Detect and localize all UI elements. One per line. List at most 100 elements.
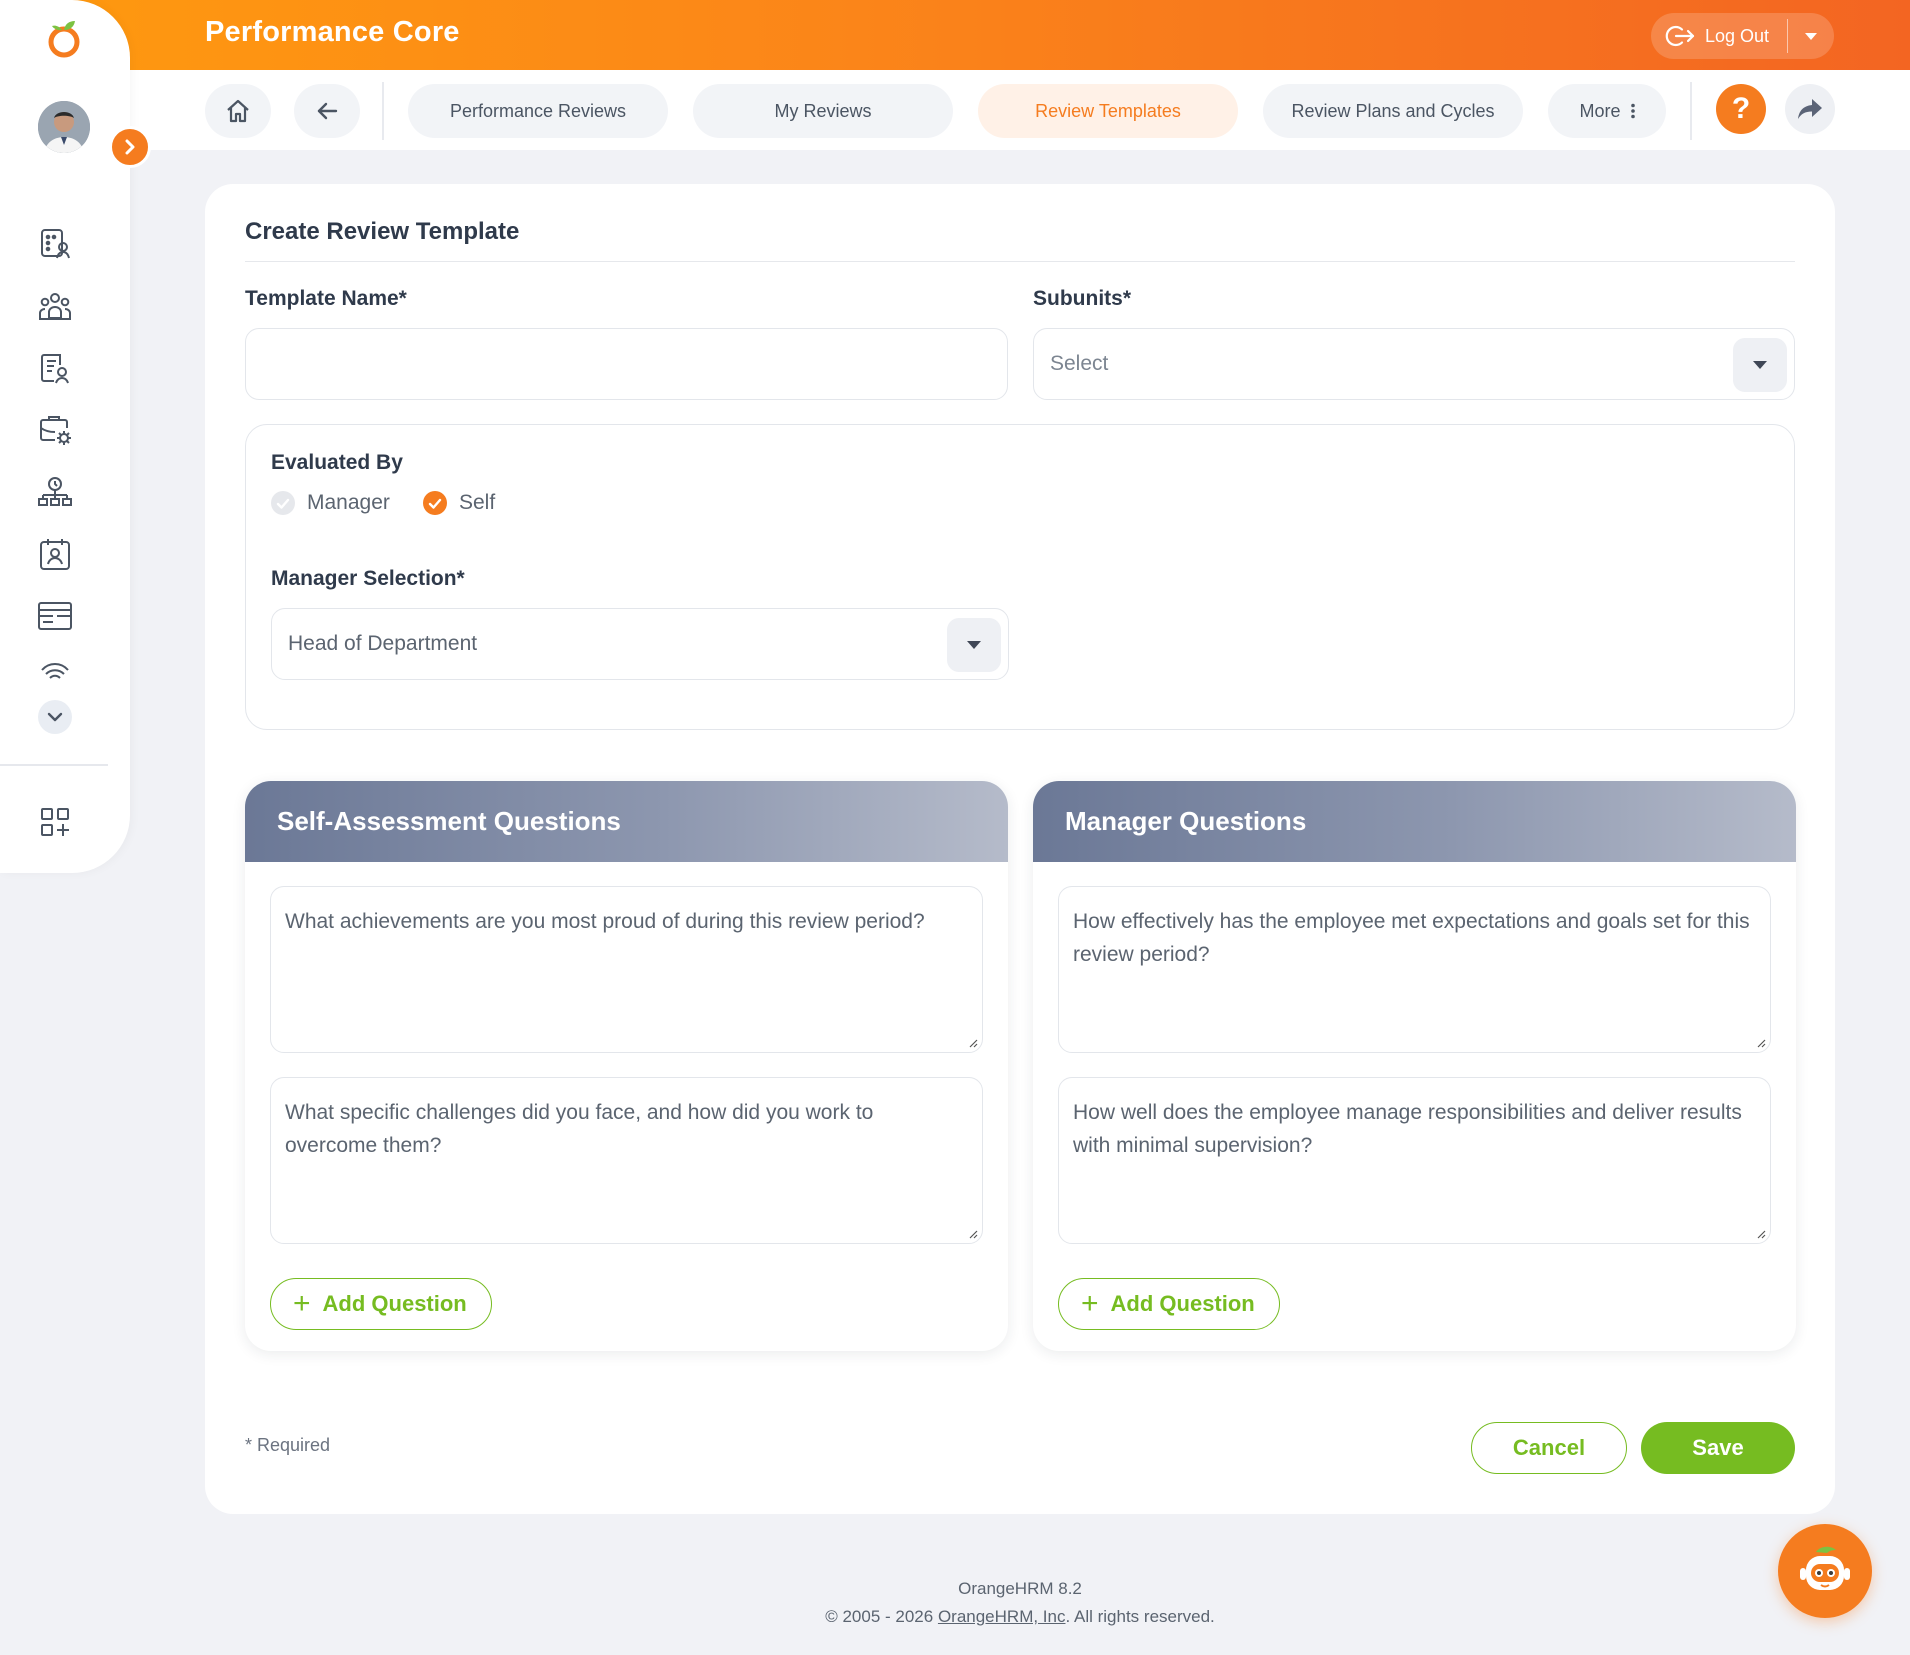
manager-selection-select[interactable]: Head of Department	[271, 608, 1009, 680]
sidebar-item-time[interactable]	[35, 472, 75, 512]
self-assessment-panel: Self-Assessment Questions What achieveme…	[245, 781, 1008, 1351]
subunits-placeholder: Select	[1050, 352, 1109, 375]
resize-handle-icon[interactable]	[968, 1229, 978, 1239]
sidebar-expand-more-button[interactable]	[38, 700, 72, 734]
evaluator-manager-label: Manager	[307, 491, 390, 514]
people-icon	[39, 293, 71, 320]
sidebar-item-reports[interactable]	[35, 348, 75, 388]
company-link[interactable]: OrangeHRM, Inc	[938, 1607, 1066, 1626]
copyright-prefix: © 2005 - 2026	[825, 1607, 938, 1626]
page-title: Create Review Template	[245, 218, 520, 245]
sidebar	[0, 0, 130, 873]
directory-icon	[41, 229, 70, 259]
self-assessment-title: Self-Assessment Questions	[245, 781, 1008, 862]
logout-group: Log Out	[1651, 13, 1834, 59]
manager-questions-panel: Manager Questions How effectively has th…	[1033, 781, 1796, 1351]
logout-label: Log Out	[1705, 25, 1770, 46]
orangehrm-logo-icon	[48, 21, 80, 58]
sidebar-item-people[interactable]	[35, 286, 75, 326]
top-header: Performance Core Log Out	[0, 0, 1910, 70]
back-button[interactable]	[294, 84, 360, 138]
assistant-bot-button[interactable]	[1778, 1524, 1872, 1618]
logout-button[interactable]: Log Out	[1651, 13, 1787, 59]
manager-selection-label: Manager Selection*	[271, 567, 465, 590]
help-icon: ?	[1731, 92, 1751, 125]
reports-icon	[41, 354, 69, 384]
manager-questions-title: Manager Questions	[1033, 781, 1796, 862]
cancel-button[interactable]: Cancel	[1471, 1422, 1627, 1474]
sidebar-item-claims[interactable]	[35, 596, 75, 636]
self-question-1-text: What achievements are you most proud of …	[285, 910, 925, 933]
logout-dropdown-button[interactable]	[1788, 13, 1834, 59]
share-arrow-icon	[1798, 99, 1822, 119]
module-nav: Performance Reviews My Reviews Review Te…	[130, 70, 1910, 150]
add-manager-question-button[interactable]: + Add Question	[1058, 1278, 1280, 1330]
robot-icon	[1800, 1546, 1850, 1590]
subunits-select[interactable]: Select	[1033, 328, 1795, 400]
create-template-card: Create Review Template Template Name* Su…	[205, 184, 1835, 1514]
checkbox-checked-icon	[423, 491, 447, 515]
sidebar-item-admin[interactable]	[35, 410, 75, 450]
subunits-label: Subunits*	[1033, 287, 1131, 310]
settings-suitcase-icon	[40, 416, 71, 445]
sidebar-toggle-button[interactable]	[109, 126, 151, 168]
chevron-right-icon	[125, 139, 135, 155]
time-org-icon	[38, 477, 72, 506]
evaluator-self-label: Self	[459, 491, 496, 514]
caret-down-icon	[1753, 361, 1767, 369]
manager-question-2-text: How well does the employee manage respon…	[1073, 1101, 1742, 1157]
copyright-suffix: . All rights reserved.	[1065, 1607, 1215, 1626]
nav-divider	[382, 82, 384, 140]
tab-more-label: More	[1579, 100, 1621, 121]
avatar[interactable]	[38, 101, 90, 153]
fingerprint-icon	[41, 663, 69, 679]
sidebar-divider	[0, 764, 108, 766]
tab-performance-reviews[interactable]: Performance Reviews	[408, 84, 668, 138]
checkbox-disabled-icon	[271, 491, 295, 515]
evaluator-manager-checkbox[interactable]: Manager	[271, 491, 390, 515]
self-question-2-textarea[interactable]: What specific challenges did you face, a…	[270, 1077, 983, 1244]
app-title: Performance Core	[205, 16, 460, 48]
calendar-person-icon	[40, 539, 70, 570]
help-button[interactable]: ?	[1716, 84, 1766, 134]
template-name-input[interactable]	[245, 328, 1008, 400]
manager-question-2-textarea[interactable]: How well does the employee manage respon…	[1058, 1077, 1771, 1244]
caret-down-icon	[967, 641, 981, 649]
tab-review-templates[interactable]: Review Templates	[978, 84, 1238, 138]
title-divider	[245, 261, 1795, 262]
home-button[interactable]	[205, 84, 271, 138]
sidebar-item-directory[interactable]	[35, 224, 75, 264]
self-question-1-textarea[interactable]: What achievements are you most proud of …	[270, 886, 983, 1053]
kebab-icon	[1630, 103, 1635, 119]
evaluator-self-checkbox[interactable]: Self	[423, 491, 495, 515]
sidebar-item-biometric[interactable]	[35, 658, 75, 680]
manager-question-1-textarea[interactable]: How effectively has the employee met exp…	[1058, 886, 1771, 1053]
caret-down-icon	[1805, 32, 1817, 40]
tab-more[interactable]: More	[1548, 84, 1666, 138]
resize-handle-icon[interactable]	[1756, 1038, 1766, 1048]
sidebar-item-leave[interactable]	[35, 534, 75, 574]
footer-version: OrangeHRM 8.2	[958, 1579, 1082, 1598]
manager-selection-dropdown-button[interactable]	[947, 618, 1001, 672]
tab-review-plans-and-cycles[interactable]: Review Plans and Cycles	[1263, 84, 1523, 138]
plus-icon: +	[1081, 1287, 1099, 1320]
footer-copyright: © 2005 - 2026 OrangeHRM, Inc. All rights…	[0, 1607, 1910, 1627]
manager-selection-value: Head of Department	[288, 632, 478, 655]
user-photo-icon	[38, 101, 90, 153]
resize-handle-icon[interactable]	[968, 1038, 978, 1048]
manager-question-1-text: How effectively has the employee met exp…	[1073, 910, 1750, 966]
tab-my-reviews[interactable]: My Reviews	[693, 84, 953, 138]
subunits-dropdown-button[interactable]	[1733, 338, 1787, 392]
evaluated-by-label: Evaluated By	[271, 451, 403, 474]
logout-icon	[1665, 25, 1695, 47]
sidebar-item-add-module[interactable]	[35, 802, 75, 842]
template-name-label: Template Name*	[245, 287, 407, 310]
add-manager-question-label: Add Question	[1110, 1291, 1255, 1316]
chevron-down-icon	[47, 712, 63, 722]
apps-add-icon	[41, 808, 69, 836]
resize-handle-icon[interactable]	[1756, 1229, 1766, 1239]
add-self-question-label: Add Question	[322, 1291, 467, 1316]
add-self-question-button[interactable]: + Add Question	[270, 1278, 492, 1330]
save-button[interactable]: Save	[1641, 1422, 1795, 1474]
share-button[interactable]	[1785, 84, 1835, 134]
